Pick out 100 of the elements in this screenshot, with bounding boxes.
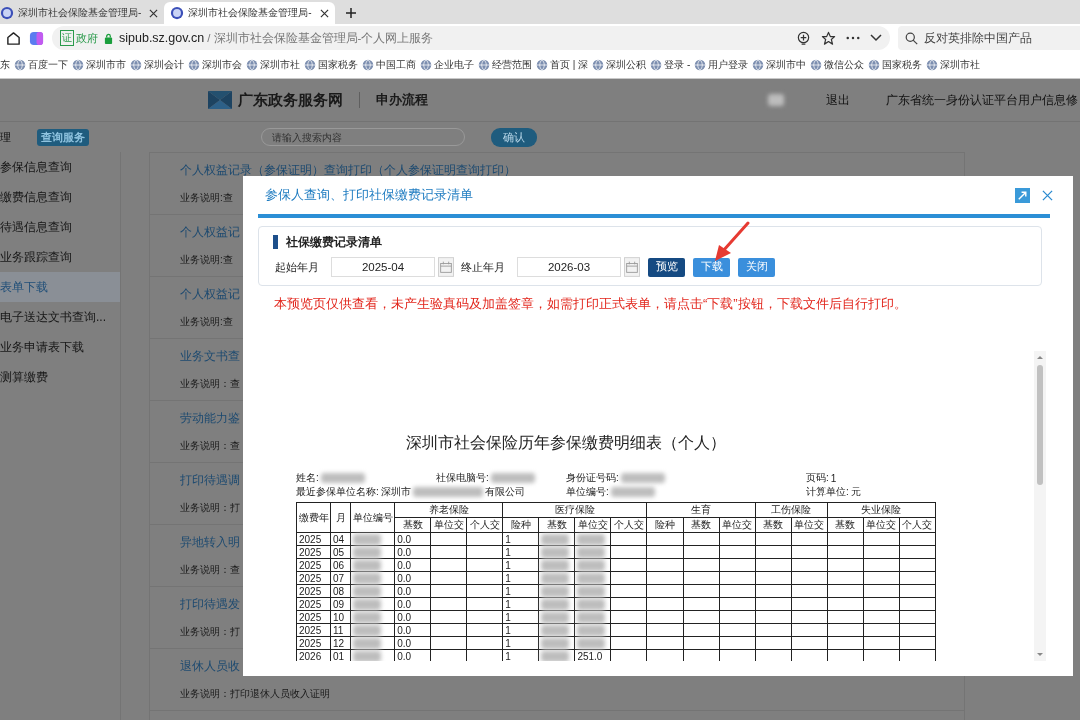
- globe-icon: [72, 59, 84, 71]
- globe-icon: [868, 59, 881, 71]
- logout-link[interactable]: 退出: [826, 91, 850, 109]
- sidebar-item[interactable]: 业务跟踪查询: [0, 242, 120, 272]
- sidebar-item[interactable]: 业务申请表下载: [0, 332, 120, 362]
- scrollbar[interactable]: [1034, 351, 1046, 661]
- month-field[interactable]: 2025-04: [331, 257, 435, 277]
- table-cell: 0.0: [397, 624, 412, 636]
- table-cell: 1: [505, 533, 511, 545]
- column-header: 单位交: [430, 517, 467, 533]
- chevron-down-icon[interactable]: [870, 34, 882, 42]
- column-header: 基数: [538, 517, 575, 533]
- service-description: 业务说明:查: [180, 315, 233, 329]
- category-tab[interactable]: 查询服务: [37, 128, 89, 146]
- bookmark[interactable]: 用户登录: [694, 58, 749, 72]
- globe-icon: [536, 59, 548, 71]
- table-cell: 2025: [299, 546, 322, 558]
- url-path: / 深圳市社会保险基金管理局-个人网上服务: [207, 30, 434, 46]
- sidebar-item[interactable]: 缴费信息查询: [0, 182, 120, 212]
- bookmark[interactable]: 国家税务: [868, 58, 923, 72]
- close-icon[interactable]: [149, 8, 159, 18]
- column-header: 单位交: [719, 517, 756, 533]
- bookmark[interactable]: 深圳市市: [72, 58, 126, 72]
- column-header: 单位交: [574, 517, 611, 533]
- address-bar[interactable]: 证 政府 sipub.sz.gov.cn / 深圳市社会保险基金管理局-个人网上服务: [52, 26, 890, 50]
- bookmark[interactable]: 中国工商: [362, 58, 416, 72]
- browser-tab[interactable]: 深圳市社会保险基金管理局-: [0, 2, 165, 24]
- bookmark[interactable]: 东: [0, 58, 10, 72]
- service-description: 业务说明：打印退休人员收入证明: [180, 687, 330, 701]
- browser-tab[interactable]: 深圳市社会保险基金管理局-: [164, 2, 335, 24]
- table-cell: 0.0: [397, 585, 412, 597]
- new-tab-icon[interactable]: [344, 7, 357, 19]
- table-cell: 0.0: [397, 559, 412, 571]
- table-cell: 01: [333, 650, 345, 661]
- service-description: 业务说明:查: [180, 253, 233, 267]
- close-icon[interactable]: [319, 8, 329, 18]
- bookmark[interactable]: 国家税务: [304, 58, 358, 72]
- info-label: 身份证号码:: [566, 471, 619, 485]
- bookmark[interactable]: 深圳公积: [592, 58, 647, 72]
- lock-icon: [104, 32, 113, 44]
- table-cell: 1: [505, 572, 511, 584]
- column-header: 缴费年: [296, 502, 331, 533]
- profile-link[interactable]: 广东省统一身份认证平台用户信息修: [886, 91, 1078, 109]
- info-label: 计算单位:: [806, 485, 849, 499]
- bookmark[interactable]: 深圳会计: [130, 58, 184, 72]
- table-cell: 1: [505, 650, 511, 661]
- sidebar-item[interactable]: 电子送达文书查询...: [0, 302, 120, 332]
- month-field[interactable]: 2026-03: [517, 257, 621, 277]
- home-icon[interactable]: [6, 30, 21, 46]
- search-field[interactable]: 反对英排除中国产品: [898, 26, 1080, 50]
- bookmark[interactable]: 深圳市社: [246, 58, 300, 72]
- search-field[interactable]: 请输入搜索内容: [261, 128, 465, 146]
- info-label: 最近参保单位名称:: [296, 485, 379, 499]
- column-header: 个人交: [610, 517, 647, 533]
- warning-text: 本预览页仅供查看，未产生验真码及加盖签章，如需打印正式表单，请点击“下载”按钮，下载文件后自行打印。: [274, 295, 908, 313]
- site-title: 广东政务服务网: [238, 90, 343, 110]
- service-description: 业务说明：查: [180, 563, 240, 577]
- bookmark[interactable]: 登录 -: [650, 58, 691, 72]
- sidebar-item[interactable]: 测算缴费: [0, 362, 120, 392]
- table-cell: 1: [505, 637, 511, 649]
- star-icon[interactable]: [821, 30, 836, 46]
- globe-icon: [130, 59, 142, 71]
- field-label: 起始年月: [275, 259, 319, 275]
- column-header: 基数: [827, 517, 864, 533]
- column-header: 基数: [394, 517, 431, 533]
- table-cell: 08: [333, 585, 345, 597]
- app-icon[interactable]: [29, 30, 44, 46]
- maximize-icon[interactable]: [1015, 187, 1030, 203]
- preview-button[interactable]: 预览: [648, 257, 685, 277]
- service-description: 业务说明:查: [180, 191, 233, 205]
- info-value: 深圳市: [380, 485, 411, 499]
- bookmark[interactable]: 百度一下: [14, 58, 68, 72]
- column-header: 月: [330, 502, 351, 533]
- bookmark[interactable]: 首页 | 深: [536, 58, 589, 72]
- sidebar-item[interactable]: 参保信息查询: [0, 152, 120, 182]
- table-cell: 12: [333, 637, 345, 649]
- confirm-button[interactable]: 确认: [491, 127, 537, 147]
- bookmark[interactable]: 经营范围: [478, 58, 532, 72]
- table-cell: 2025: [299, 637, 322, 649]
- column-header: 单位交: [863, 517, 900, 533]
- bookmark[interactable]: 企业电子: [420, 58, 474, 72]
- table-cell: 1: [505, 611, 511, 623]
- globe-icon: [810, 59, 823, 71]
- table-cell: 09: [333, 598, 345, 610]
- more-icon[interactable]: [846, 36, 860, 40]
- column-group-header: 生育: [647, 502, 756, 518]
- table-cell: 0.0: [397, 533, 412, 545]
- info-label: 页码:: [806, 471, 829, 485]
- document-title: 深圳市社会保险历年参保缴费明细表（个人）: [406, 433, 727, 453]
- sidebar-item[interactable]: 待遇信息查询: [0, 212, 120, 242]
- bookmark[interactable]: 深圳市社: [926, 58, 981, 72]
- site-badge: 证 政府: [60, 30, 98, 46]
- bookmark[interactable]: 深圳市中: [752, 58, 807, 72]
- column-header: 个人交: [466, 517, 503, 533]
- bookmark[interactable]: 深圳市会: [188, 58, 242, 72]
- bookmark[interactable]: 微信公众: [810, 58, 865, 72]
- extension-icon[interactable]: [796, 30, 811, 46]
- globe-icon: [478, 59, 490, 71]
- globe-icon: [362, 59, 374, 71]
- table-cell: 1: [505, 624, 511, 636]
